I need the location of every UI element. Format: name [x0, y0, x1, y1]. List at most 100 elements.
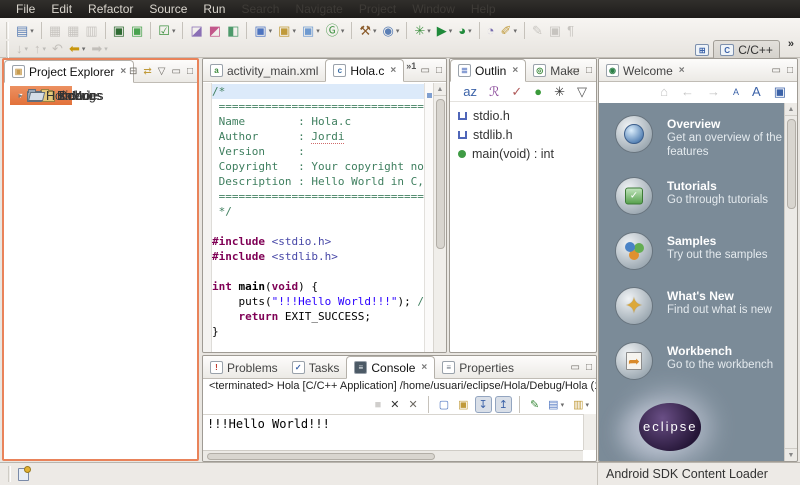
clear-console-button[interactable]: ▢	[436, 396, 452, 413]
scroll-thumb[interactable]	[436, 99, 445, 249]
menu-navigate[interactable]: Navigate	[287, 0, 350, 18]
hide-static-members-button[interactable]: ✓	[508, 82, 525, 102]
code-line[interactable]: /*	[212, 84, 424, 99]
sort-button[interactable]: az	[460, 82, 480, 102]
welcome-item-tutorials[interactable]: TutorialsGo through tutorials	[615, 177, 784, 215]
generate-button[interactable]: Ⓖ▾	[323, 21, 348, 41]
editor-tab-overflow[interactable]: »1	[404, 59, 420, 81]
build-all-button[interactable]: ◉▾	[380, 21, 403, 41]
code-line[interactable]: Copyright : Your copyright notice	[212, 159, 424, 174]
menu-edit[interactable]: Edit	[43, 0, 80, 18]
view-menu-button[interactable]: ▽	[574, 82, 590, 102]
new-cpp-class-button[interactable]: ▣▾	[299, 21, 323, 41]
code-area[interactable]: /* =====================================…	[212, 83, 424, 352]
close-icon[interactable]: ×	[679, 65, 685, 76]
show-stderr-button[interactable]: ↥	[495, 396, 512, 413]
new-cpp-file-button[interactable]: ▣▾	[275, 21, 299, 41]
console-output[interactable]: !!!Hello World!!!	[203, 414, 583, 450]
view-menu-icon[interactable]: ▽	[158, 66, 166, 77]
static-analysis-button[interactable]: ☑▾	[155, 21, 178, 41]
outline-item-stdio-h[interactable]: stdio.h	[450, 106, 596, 125]
show-stdout-button[interactable]: ↧	[475, 396, 492, 413]
scroll-thumb[interactable]	[207, 453, 435, 460]
open-console-button[interactable]: ▥▾	[570, 396, 592, 413]
menu-refactor[interactable]: Refactor	[80, 0, 141, 18]
welcome-item-what-s-new[interactable]: What's NewFind out what is new	[615, 287, 784, 325]
scroll-up-icon[interactable]: ▲	[785, 103, 797, 116]
new-cpp-project-button[interactable]: ▣▾	[251, 21, 275, 41]
maximize-icon[interactable]: □	[436, 65, 442, 76]
debug-button[interactable]: ✳▾	[411, 21, 433, 41]
menu-window[interactable]: Window	[404, 0, 463, 18]
console-hscrollbar[interactable]	[203, 450, 583, 461]
enlarge-text-button[interactable]: A	[749, 82, 764, 102]
welcome-scrollbar[interactable]: ▲ ▼	[784, 103, 797, 461]
collapse-all-button[interactable]: ✳	[551, 82, 568, 102]
close-icon[interactable]: ×	[512, 65, 518, 76]
new-android-project-button[interactable]: ◧	[224, 21, 242, 41]
maximize-icon[interactable]: □	[586, 362, 592, 373]
menu-run[interactable]: Run	[195, 0, 233, 18]
perspective-cpp-button[interactable]: C C/C++	[713, 40, 780, 60]
new-wizard-button[interactable]: ▤▾	[13, 21, 37, 41]
code-line[interactable]: return EXIT_SUCCESS;	[212, 309, 424, 324]
hide-non-public-button[interactable]: ●	[531, 82, 545, 102]
project-explorer-tab[interactable]: ▣ Project Explorer ×	[4, 60, 134, 83]
minimize-icon[interactable]: ▭	[571, 65, 580, 76]
remove-launch-button[interactable]: ✕	[387, 396, 402, 413]
menu-project[interactable]: Project	[351, 0, 404, 18]
code-line[interactable]: Name : Hola.c	[212, 114, 424, 129]
maximize-icon[interactable]: □	[586, 65, 592, 76]
code-line[interactable]: #include <stdlib.h>	[212, 249, 424, 264]
display-selected-console-button[interactable]: ▤▾	[545, 396, 567, 413]
code-line[interactable]: int main(void) {	[212, 279, 424, 294]
minimize-icon[interactable]: ▭	[571, 362, 580, 373]
code-line[interactable]: Version :	[212, 144, 424, 159]
remove-all-launches-button[interactable]: ✕	[405, 396, 420, 413]
menu-help[interactable]: Help	[463, 0, 504, 18]
welcome-item-samples[interactable]: SamplesTry out the samples	[615, 232, 784, 270]
editor-tab-hola-c[interactable]: cHola.c×	[325, 59, 404, 82]
back-button[interactable]: ⬅▾	[66, 39, 88, 59]
android-sdk-manager-button[interactable]: ▣	[110, 21, 128, 41]
open-perspective-icon[interactable]: ⊞	[695, 44, 709, 56]
expand-arrow-icon[interactable]: ▸	[14, 91, 27, 100]
code-line[interactable]: Author : Jordi	[212, 129, 424, 144]
menu-search[interactable]: Search	[233, 0, 287, 18]
open-in-window-button[interactable]: ▣	[771, 82, 789, 102]
open-dsl-button[interactable]: ◪	[187, 21, 205, 41]
close-icon[interactable]: ×	[390, 65, 396, 76]
close-icon[interactable]: ×	[421, 362, 427, 373]
scroll-down-icon[interactable]: ▼	[785, 448, 797, 461]
minimize-icon[interactable]: ▭	[772, 65, 781, 76]
welcome-tab-welcome[interactable]: ◉Welcome×	[599, 59, 692, 82]
editor-tab-activity-main-xml[interactable]: aactivity_main.xml	[203, 59, 325, 82]
scroll-thumb[interactable]	[787, 119, 796, 209]
menu-file[interactable]: File	[8, 0, 43, 18]
tray-notification-icon[interactable]	[18, 468, 29, 481]
reduce-text-button[interactable]: A	[730, 82, 742, 102]
run-button[interactable]: ▶▾	[434, 21, 456, 41]
collapse-all-icon[interactable]: ⊟	[129, 66, 137, 77]
tree-item-holamon[interactable]: ▸HolaMon	[10, 86, 96, 105]
bottom-tab-properties[interactable]: ≡Properties	[435, 356, 521, 379]
bottom-tab-console[interactable]: ≡Console×	[346, 356, 435, 379]
toolbar-overflow-chevron[interactable]: »	[788, 38, 794, 50]
outline-item-main-void-int[interactable]: main(void) : int	[450, 144, 596, 163]
minimize-icon[interactable]: ▭	[172, 66, 181, 77]
build-button[interactable]: ⚒▾	[356, 21, 379, 41]
scroll-lock-button[interactable]: ▣	[455, 396, 471, 413]
scroll-up-icon[interactable]: ▲	[434, 83, 446, 96]
editor-scrollbar[interactable]: ▲	[433, 83, 446, 352]
bottom-tab-tasks[interactable]: ✓Tasks	[285, 356, 347, 379]
new-java-project-button[interactable]: ◩	[206, 21, 224, 41]
menu-source[interactable]: Source	[141, 0, 195, 18]
pin-console-button[interactable]: ✎	[527, 396, 542, 413]
profile-button[interactable]: ◕▾	[455, 21, 474, 41]
avd-manager-button[interactable]: ▣	[128, 21, 146, 41]
code-line[interactable]: Description : Hello World in C, Ansi-sty	[212, 174, 424, 189]
code-line[interactable]: #include <stdio.h>	[212, 234, 424, 249]
maximize-icon[interactable]: □	[187, 66, 193, 77]
minimize-icon[interactable]: ▭	[421, 65, 430, 76]
outline-item-stdlib-h[interactable]: stdlib.h	[450, 125, 596, 144]
